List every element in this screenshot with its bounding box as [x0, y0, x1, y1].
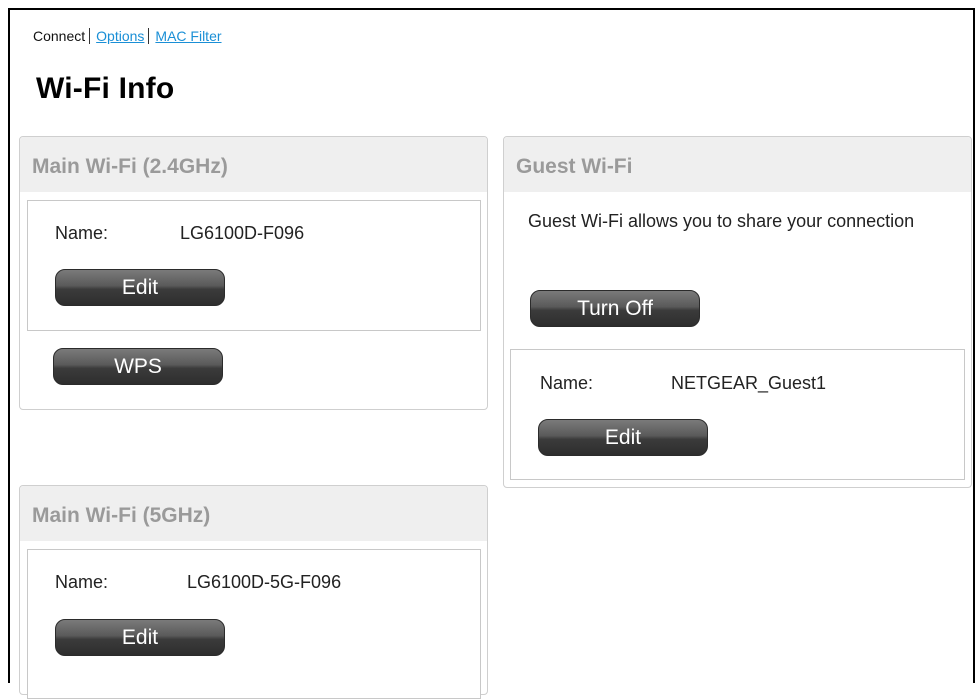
subnav-divider	[89, 28, 91, 44]
name-label: Name:	[55, 572, 109, 592]
guest-wifi-title: Guest Wi-Fi	[504, 137, 971, 192]
main-wifi-5ghz-name-row: Name: LG6100D-5G-F096	[55, 572, 341, 593]
name-label: Name:	[540, 373, 594, 393]
guest-wifi-description: Guest Wi-Fi allows you to share your con…	[528, 211, 915, 231]
name-label: Name:	[55, 223, 109, 243]
page-title: Wi-Fi Info	[36, 72, 175, 105]
main-wifi-24ghz-title: Main Wi-Fi (2.4GHz)	[20, 137, 487, 192]
subnav-divider	[148, 28, 150, 44]
guest-wifi-panel: Guest Wi-Fi Guest Wi-Fi allows you to sh…	[503, 136, 972, 488]
guest-wifi-turn-off-button[interactable]: Turn Off	[530, 290, 700, 327]
main-wifi-24ghz-name-row: Name: LG6100D-F096	[55, 223, 304, 244]
guest-wifi-name-box: Name: NETGEAR_Guest1 Edit	[510, 349, 965, 480]
subnav-options-link[interactable]: Options	[96, 28, 144, 44]
main-wifi-24ghz-panel: Main Wi-Fi (2.4GHz) Name: LG6100D-F096 E…	[19, 136, 488, 410]
main-wifi-5ghz-edit-button[interactable]: Edit	[55, 619, 225, 656]
main-wifi-5ghz-name-value: LG6100D-5G-F096	[187, 572, 342, 592]
sub-navigation: Connect Options MAC Filter	[33, 28, 222, 44]
main-wifi-5ghz-title: Main Wi-Fi (5GHz)	[20, 486, 487, 541]
guest-wifi-name-value: NETGEAR_Guest1	[671, 373, 827, 393]
subnav-mac-filter-link[interactable]: MAC Filter	[155, 28, 221, 44]
main-wifi-24ghz-name-box: Name: LG6100D-F096 Edit	[27, 200, 481, 331]
subnav-connect: Connect	[33, 28, 86, 44]
guest-wifi-name-row: Name: NETGEAR_Guest1	[540, 373, 826, 394]
main-wifi-24ghz-name-value: LG6100D-F096	[180, 223, 305, 243]
wps-button[interactable]: WPS	[53, 348, 223, 385]
main-wifi-5ghz-panel: Main Wi-Fi (5GHz) Name: LG6100D-5G-F096 …	[19, 485, 488, 699]
main-wifi-24ghz-edit-button[interactable]: Edit	[55, 269, 225, 306]
guest-wifi-edit-button[interactable]: Edit	[538, 419, 708, 456]
main-wifi-5ghz-name-box: Name: LG6100D-5G-F096 Edit	[27, 549, 481, 699]
